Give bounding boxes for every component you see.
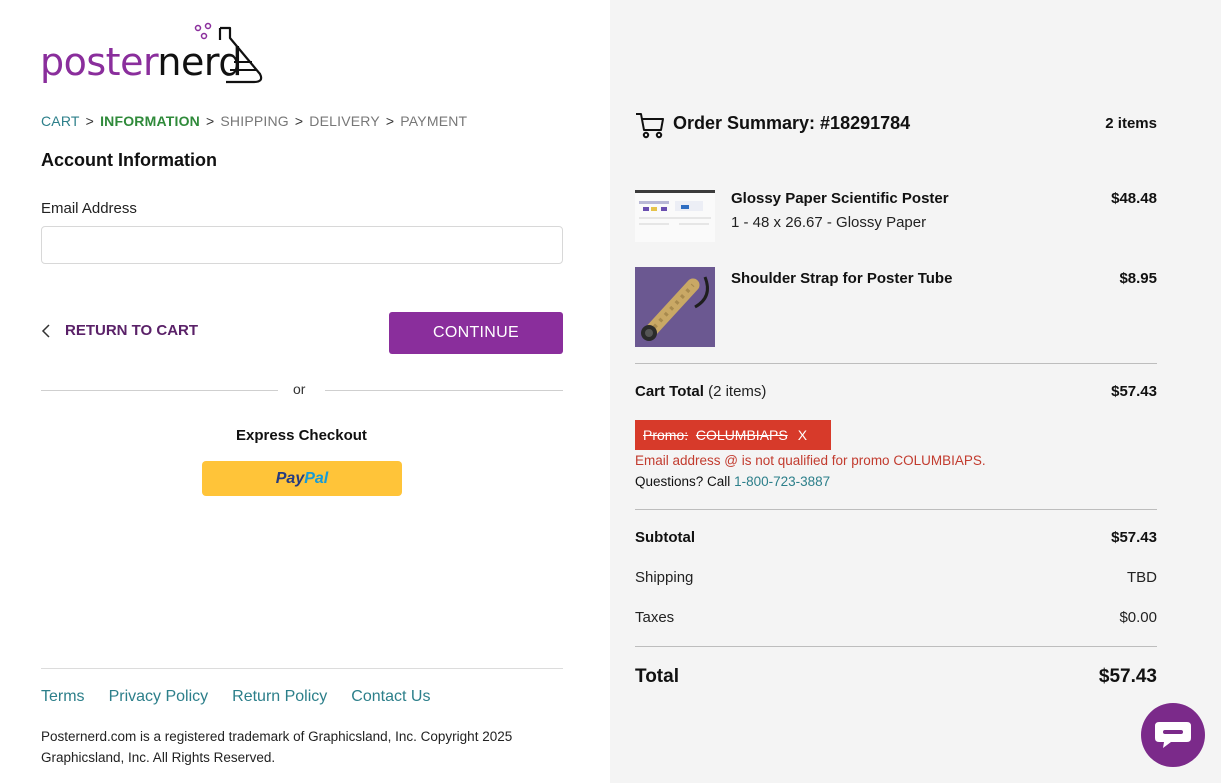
breadcrumb-cart[interactable]: CART — [41, 113, 80, 129]
cart-total-text: Cart Total — [635, 383, 704, 400]
checkout-form-panel: posternerd CART > INFORMATION > SHIPPING… — [0, 0, 610, 783]
remove-promo-button[interactable]: X — [798, 427, 807, 443]
divider-right — [325, 390, 563, 391]
footer-links: Terms Privacy Policy Return Policy Conta… — [41, 688, 430, 706]
shopping-cart-icon — [636, 113, 664, 139]
breadcrumb-delivery: DELIVERY — [309, 113, 380, 129]
contact-us-link[interactable]: Contact Us — [351, 688, 430, 706]
subtotal-value: $57.43 — [1111, 529, 1157, 546]
flask-icon — [194, 22, 263, 84]
breadcrumb-payment: PAYMENT — [400, 113, 468, 129]
breadcrumb-shipping: SHIPPING — [220, 113, 289, 129]
breadcrumb-separator: > — [294, 113, 304, 129]
shipping-label: Shipping — [635, 569, 694, 586]
support-phone-line: Questions? Call 1-800-723-3887 — [635, 474, 830, 489]
questions-label: Questions? Call — [635, 474, 731, 489]
or-separator-text: or — [293, 381, 306, 397]
return-to-cart-label: RETURN TO CART — [65, 322, 199, 339]
cart-item-name: Shoulder Strap for Poster Tube — [731, 270, 953, 287]
copyright-text: Posternerd.com is a registered trademark… — [41, 729, 513, 765]
breadcrumb-separator: > — [85, 113, 95, 129]
promo-code-chip: Promo: COLUMBIAPS X — [635, 420, 831, 450]
order-summary-title: Order Summary: #18291784 — [673, 113, 911, 133]
return-policy-link[interactable]: Return Policy — [232, 688, 327, 706]
summary-divider — [635, 509, 1157, 510]
taxes-value: $0.00 — [1119, 609, 1157, 626]
account-information-heading: Account Information — [41, 150, 217, 170]
privacy-policy-link[interactable]: Privacy Policy — [109, 688, 209, 706]
brand-logo[interactable]: posternerd — [40, 22, 270, 86]
paypal-button[interactable]: Pay Pal — [202, 461, 402, 496]
strap-thumbnail — [635, 267, 715, 347]
paypal-logo-pay: Pay — [275, 469, 305, 487]
cart-total-count: (2 items) — [708, 383, 767, 400]
shipping-value: TBD — [1127, 569, 1157, 586]
breadcrumb-information: INFORMATION — [100, 113, 200, 129]
paypal-logo-pal: Pal — [304, 469, 329, 487]
continue-button[interactable]: CONTINUE — [389, 312, 563, 354]
items-count: 2 items — [1105, 115, 1157, 132]
taxes-label: Taxes — [635, 609, 675, 626]
subtotal-label: Subtotal — [635, 529, 695, 546]
cart-item-name: Glossy Paper Scientific Poster — [731, 190, 949, 207]
checkout-breadcrumb: CART > INFORMATION > SHIPPING > DELIVERY… — [41, 113, 467, 129]
divider-left — [41, 390, 278, 391]
cart-item-options: 1 - 48 x 26.67 - Glossy Paper — [731, 214, 927, 231]
total-value: $57.43 — [1098, 666, 1157, 687]
poster-thumbnail — [635, 190, 715, 242]
chevron-left-icon — [41, 323, 50, 338]
total-label: Total — [635, 666, 679, 687]
summary-divider — [635, 646, 1157, 647]
promo-error-message: Email address @ is not qualified for pro… — [635, 453, 986, 468]
return-to-cart-link[interactable]: RETURN TO CART — [41, 322, 198, 339]
breadcrumb-separator: > — [385, 113, 395, 129]
express-checkout-heading: Express Checkout — [236, 427, 367, 444]
cart-total-label: Cart Total (2 items) — [635, 383, 766, 400]
cart-total-value: $57.43 — [1111, 383, 1157, 400]
promo-label: Promo: — [643, 427, 689, 443]
chat-button[interactable] — [1141, 703, 1205, 767]
email-label: Email Address — [41, 200, 137, 217]
promo-code: COLUMBIAPS — [695, 427, 788, 443]
summary-divider — [635, 363, 1157, 364]
cart-item-price: $48.48 — [1111, 190, 1157, 207]
cart-item-price: $8.95 — [1119, 270, 1157, 287]
terms-link[interactable]: Terms — [41, 688, 85, 706]
footer-divider — [41, 668, 563, 669]
chat-bubble-icon — [1155, 722, 1191, 748]
phone-link[interactable]: 1-800-723-3887 — [734, 474, 830, 489]
breadcrumb-separator: > — [206, 113, 215, 129]
email-field[interactable] — [41, 226, 563, 264]
